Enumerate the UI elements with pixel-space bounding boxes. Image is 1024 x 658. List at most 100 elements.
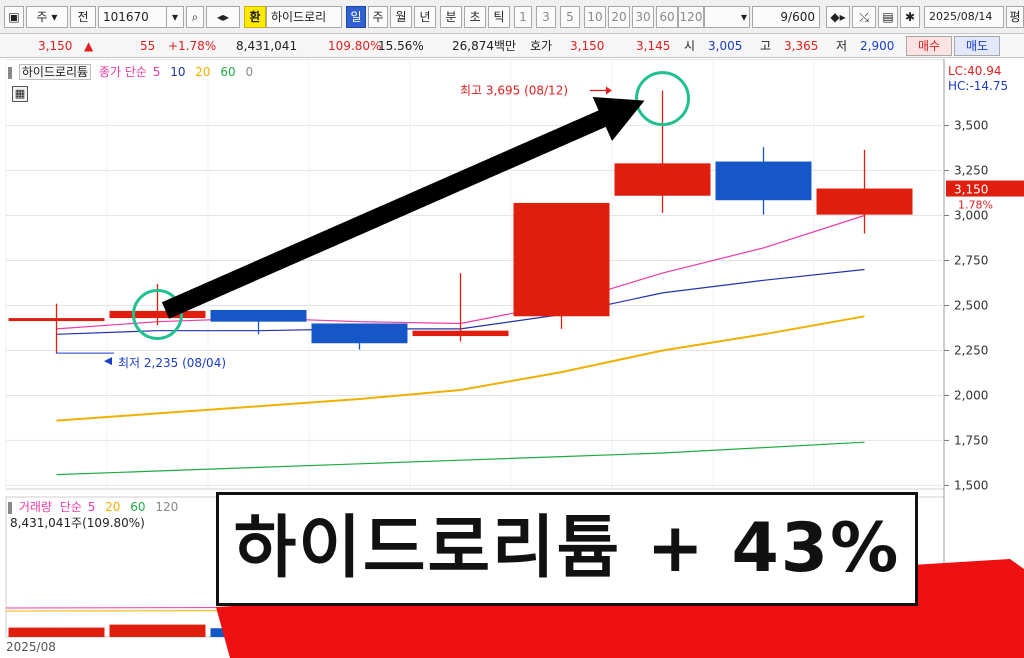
interval-select[interactable]: ▾ [704, 6, 750, 28]
candle-body[interactable] [412, 330, 509, 337]
count-field[interactable]: 9/600 [752, 6, 820, 28]
last-button[interactable]: 평 [1006, 6, 1024, 28]
period-day[interactable]: 일 [346, 6, 366, 28]
legend-stock-tag[interactable]: 하이드로리튬 [18, 64, 92, 80]
type-select[interactable]: 주 ▾ [26, 6, 68, 28]
chart-type-icon[interactable]: ▣ [4, 6, 24, 28]
code-dropdown-icon[interactable]: ▾ [166, 6, 184, 28]
minute-10[interactable]: 10 [584, 6, 606, 28]
candle-body[interactable] [816, 188, 913, 215]
volume-legend-tag[interactable]: 거래량 [19, 500, 52, 514]
price-legend: 하이드로리튬 종가 단순 5 10 20 60 0 [8, 64, 253, 80]
prev-next-icon[interactable]: ◂▸ [206, 6, 240, 28]
quote-change-pct: +1.78% [168, 39, 217, 53]
high-annotation-arrowhead [606, 86, 612, 95]
volume-bar[interactable] [109, 624, 206, 637]
quote-vol-ratio: 109.80% [328, 39, 382, 53]
quote-bid: 3,145 [636, 39, 671, 53]
legend-ma20: 20 [195, 65, 211, 79]
volume-legend: 거래량 단순 5 20 60 120 [8, 499, 178, 515]
quote-high: 3,365 [784, 39, 819, 53]
quote-volume: 8,431,041 [236, 39, 298, 53]
y-tick-label: 2,250 [954, 343, 988, 357]
volume-value: 8,431,041주(109.80%) [10, 516, 145, 530]
volume-legend-prefix: 단순 [59, 500, 82, 514]
minute-60[interactable]: 60 [656, 6, 678, 28]
candle-body[interactable] [210, 309, 307, 322]
y-tick-label: 3,500 [954, 119, 988, 133]
candle-body[interactable] [109, 310, 206, 319]
volume-legend-ma20: 20 [105, 500, 121, 514]
banner-text: 하이드로리튬 + 43% [233, 509, 901, 588]
market-select[interactable]: 전 [70, 6, 96, 28]
legend-ma10: 10 [170, 65, 186, 79]
minute-3[interactable]: 3 [536, 6, 556, 28]
quote-turnover: 15.56% [378, 39, 424, 53]
quote-price: 3,150 [38, 39, 73, 53]
period-month[interactable]: 월 [390, 6, 412, 28]
period-year[interactable]: 년 [414, 6, 436, 28]
gear-icon[interactable]: ✱ [900, 6, 920, 28]
y-tick-label: 1,500 [954, 478, 988, 492]
x-axis-label: 2025/08 [6, 640, 56, 654]
period-second[interactable]: 초 [464, 6, 486, 28]
y-tick-label: 2,500 [954, 298, 988, 312]
quote-up-arrow: ▲ [84, 39, 94, 53]
legend-ma5: 5 [152, 65, 161, 79]
current-price-pct: 1.78% [958, 199, 993, 212]
minute-20[interactable]: 20 [608, 6, 630, 28]
volume-legend-ma60: 60 [130, 500, 146, 514]
interval-dropdown-icon: ▾ [740, 10, 747, 24]
current-price-value: 3,150 [954, 183, 988, 197]
y-tick-label: 3,250 [954, 164, 988, 178]
period-minute[interactable]: 분 [440, 6, 462, 28]
buy-button[interactable]: 매수 [906, 36, 952, 56]
quote-low: 2,900 [860, 39, 895, 53]
y-tick-label: 2,750 [954, 254, 988, 268]
volume-legend-handle-icon [8, 501, 12, 514]
legend-ma60: 60 [220, 65, 236, 79]
legend-ma-prefix: 종가 단순 [98, 65, 147, 79]
date-field[interactable]: 2025/08/14 [924, 6, 1004, 28]
quote-amount: 26,874백만 [452, 39, 517, 53]
quote-low-label: 저 [836, 39, 848, 53]
indicator-icon[interactable]: ◆▸ [826, 6, 850, 28]
quote-ask: 3,150 [570, 39, 605, 53]
price-panel-frame [5, 59, 945, 490]
period-tick[interactable]: 틱 [488, 6, 510, 28]
y-tick-label: 2,000 [954, 388, 988, 402]
quote-change: 55 [140, 39, 156, 53]
volume-legend-ma120: 120 [155, 500, 179, 514]
minute-30[interactable]: 30 [632, 6, 654, 28]
candle-body[interactable] [513, 202, 610, 317]
sell-button[interactable]: 매도 [954, 36, 1000, 56]
candle-body[interactable] [614, 163, 711, 196]
low-annotation-arrowhead [104, 357, 112, 366]
low-annotation: 최저 2,235 (08/04) [118, 356, 226, 370]
lc-label: LC:40.94 [948, 64, 1002, 78]
quote-high-label: 고 [760, 39, 772, 53]
quote-open-label: 시 [684, 39, 696, 53]
period-week[interactable]: 주 [368, 6, 388, 28]
code-input[interactable]: 101670 [98, 6, 168, 28]
candle-body[interactable] [311, 323, 408, 344]
hc-label: HC:-14.75 [948, 79, 1009, 93]
high-annotation: 최고 3,695 (08/12) [460, 83, 568, 97]
minute-120[interactable]: 120 [678, 6, 704, 28]
minute-1[interactable]: 1 [514, 6, 532, 28]
volume-legend-ma5: 5 [87, 500, 96, 514]
search-icon[interactable]: ⌕ [186, 6, 204, 28]
save-icon[interactable]: ▤ [878, 6, 898, 28]
exchange-button[interactable]: 환 [244, 6, 266, 28]
candle-body[interactable] [715, 161, 812, 201]
candle-body[interactable] [8, 318, 105, 322]
stock-name-field[interactable]: 하이드로리 [266, 6, 342, 28]
type-select-label: 주 [36, 10, 48, 24]
quote-bid-label: 호가 [530, 39, 553, 53]
compare-icon[interactable]: ⤯ [852, 6, 876, 28]
grid-table-icon[interactable]: ▦ [12, 86, 28, 102]
volume-bar[interactable] [8, 627, 105, 637]
legend-handle-icon [8, 66, 12, 79]
quote-row: 3,150 ▲ 55 +1.78% 8,431,041 109.80% 15.5… [0, 34, 1024, 58]
minute-5[interactable]: 5 [560, 6, 580, 28]
